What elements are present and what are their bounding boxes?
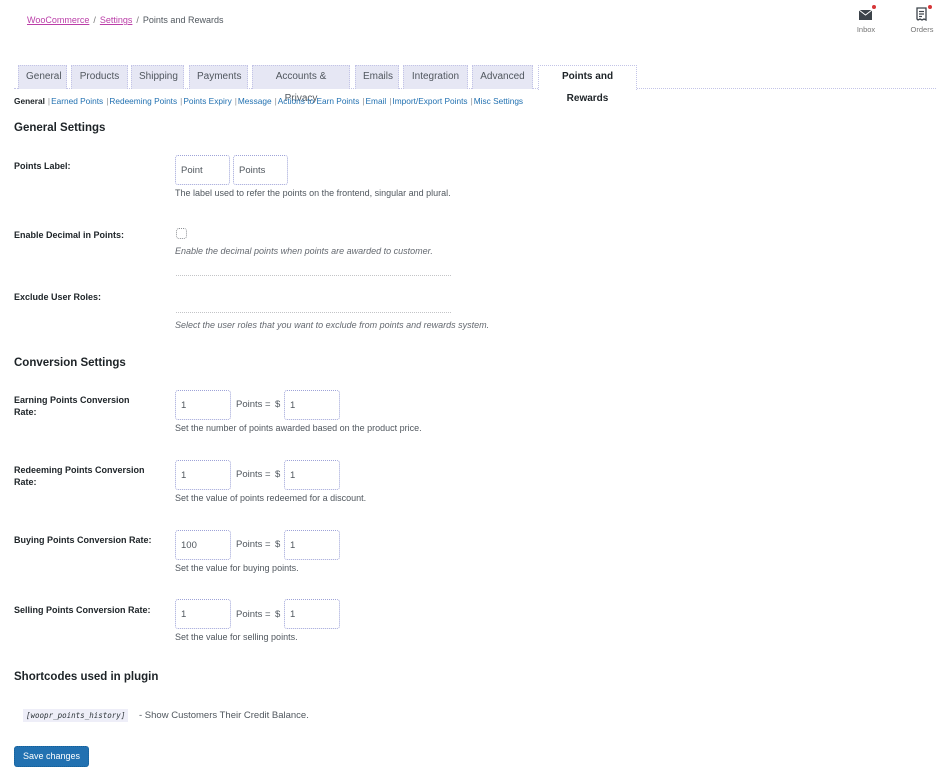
save-changes-button[interactable]: Save changes: [14, 746, 90, 767]
currency-symbol: $: [275, 469, 281, 480]
tab-accounts-privacy[interactable]: Accounts & Privacy: [252, 65, 350, 104]
breadcrumb-woocommerce[interactable]: WooCommerce: [27, 15, 89, 25]
points-label-description: The label used to refer the points on th…: [175, 188, 451, 198]
selling-points-input[interactable]: [175, 599, 231, 629]
subnav-general[interactable]: General: [14, 96, 45, 106]
currency-symbol: $: [275, 609, 281, 620]
buying-points-input[interactable]: [175, 530, 231, 560]
buying-rate-label: Buying Points Conversion Rate:: [14, 535, 152, 545]
subnav-email[interactable]: Email: [366, 96, 387, 106]
orders-button[interactable]: Orders: [902, 5, 942, 34]
breadcrumb: WooCommerce / Settings / Points and Rewards: [27, 15, 223, 25]
redeeming-rate-label: Redeeming Points Conversion Rate:: [14, 465, 145, 487]
tab-points-and-rewards[interactable]: Points and Rewards: [538, 65, 637, 104]
earning-rate-label: Earning Points Conversion Rate:: [14, 395, 130, 417]
redeeming-amount-input[interactable]: [284, 460, 340, 490]
subnav-redeeming-points[interactable]: Redeeming Points: [109, 96, 177, 106]
currency-symbol: $: [275, 539, 281, 550]
notification-dot: [928, 5, 932, 9]
subnav-message[interactable]: Message: [238, 96, 272, 106]
subnav-separator: |: [47, 96, 51, 106]
earning-amount-input[interactable]: [284, 390, 340, 420]
inbox-icon: [858, 5, 876, 21]
selling-rate-description: Set the value for selling points.: [175, 632, 298, 642]
earning-rate-description: Set the number of points awarded based o…: [175, 423, 422, 433]
redeeming-rate-description: Set the value of points redeemed for a d…: [175, 493, 367, 503]
enable-decimal-label: Enable Decimal in Points:: [14, 230, 125, 240]
selling-amount-input[interactable]: [284, 599, 340, 629]
tab-general[interactable]: General: [18, 65, 67, 89]
tab-integration[interactable]: Integration: [403, 65, 468, 89]
enable-decimal-checkbox[interactable]: [176, 228, 187, 239]
settings-tabs: General Products Shipping Payments Accou…: [14, 65, 936, 104]
subnav-separator: |: [180, 96, 183, 106]
breadcrumb-separator: /: [93, 15, 96, 25]
subnav-import-export-points[interactable]: Import/Export Points: [392, 96, 467, 106]
redeeming-points-input[interactable]: [175, 460, 231, 490]
points-plural-input[interactable]: [233, 155, 288, 185]
selling-rate-label: Selling Points Conversion Rate:: [14, 605, 151, 615]
inbox-label: Inbox: [856, 25, 876, 34]
shortcode-code: [woopr_points_history]: [23, 709, 129, 722]
subnav-earned-points[interactable]: Earned Points: [51, 96, 103, 106]
tab-advanced[interactable]: Advanced: [472, 65, 533, 89]
notification-dot: [872, 5, 876, 9]
subnav-separator: |: [362, 96, 365, 106]
currency-symbol: $: [275, 399, 281, 410]
points-label-label: Points Label:: [14, 161, 71, 171]
earning-points-input[interactable]: [175, 390, 231, 420]
exclude-user-roles-select[interactable]: [176, 312, 451, 313]
points-singular-input[interactable]: [175, 155, 230, 185]
header-bar: WooCommerce / Settings / Points and Rewards …: [0, 0, 950, 50]
orders-icon: [914, 5, 932, 22]
buying-amount-input[interactable]: [284, 530, 340, 560]
divider: [176, 275, 451, 276]
subnav-separator: |: [274, 96, 277, 106]
inbox-button[interactable]: Inbox: [846, 5, 886, 34]
orders-label: Orders: [910, 25, 934, 34]
shortcodes-heading: Shortcodes used in plugin: [14, 671, 159, 683]
general-settings-heading: General Settings: [14, 122, 106, 134]
tab-emails[interactable]: Emails: [355, 65, 399, 89]
subnav-actions-to-earn-points[interactable]: Actions to Earn Points: [278, 96, 360, 106]
points-equals-text: Points =: [236, 399, 271, 410]
tab-payments[interactable]: Payments: [189, 65, 248, 89]
exclude-user-roles-description: Select the user roles that you want to e…: [175, 320, 490, 330]
buying-rate-description: Set the value for buying points.: [175, 563, 299, 573]
tab-shipping[interactable]: Shipping: [131, 65, 184, 89]
enable-decimal-description: Enable the decimal points when points ar…: [175, 246, 433, 256]
subnav-points-expiry[interactable]: Points Expiry: [183, 96, 231, 106]
breadcrumb-current: Points and Rewards: [142, 15, 224, 25]
points-equals-text: Points =: [236, 469, 271, 480]
points-equals-text: Points =: [236, 539, 271, 550]
breadcrumb-separator: /: [136, 15, 139, 25]
tab-products[interactable]: Products: [71, 65, 128, 89]
shortcode-description: - Show Customers Their Credit Balance.: [139, 710, 309, 721]
subnav-separator: |: [234, 96, 237, 106]
points-equals-text: Points =: [236, 609, 271, 620]
exclude-user-roles-label: Exclude User Roles:: [14, 292, 102, 302]
conversion-settings-heading: Conversion Settings: [14, 357, 126, 369]
subnav-misc-settings[interactable]: Misc Settings: [474, 96, 523, 106]
subsection-nav: General |Earned Points |Redeeming Points |P…: [14, 96, 523, 106]
breadcrumb-settings[interactable]: Settings: [100, 15, 133, 25]
subnav-separator: |: [470, 96, 473, 106]
